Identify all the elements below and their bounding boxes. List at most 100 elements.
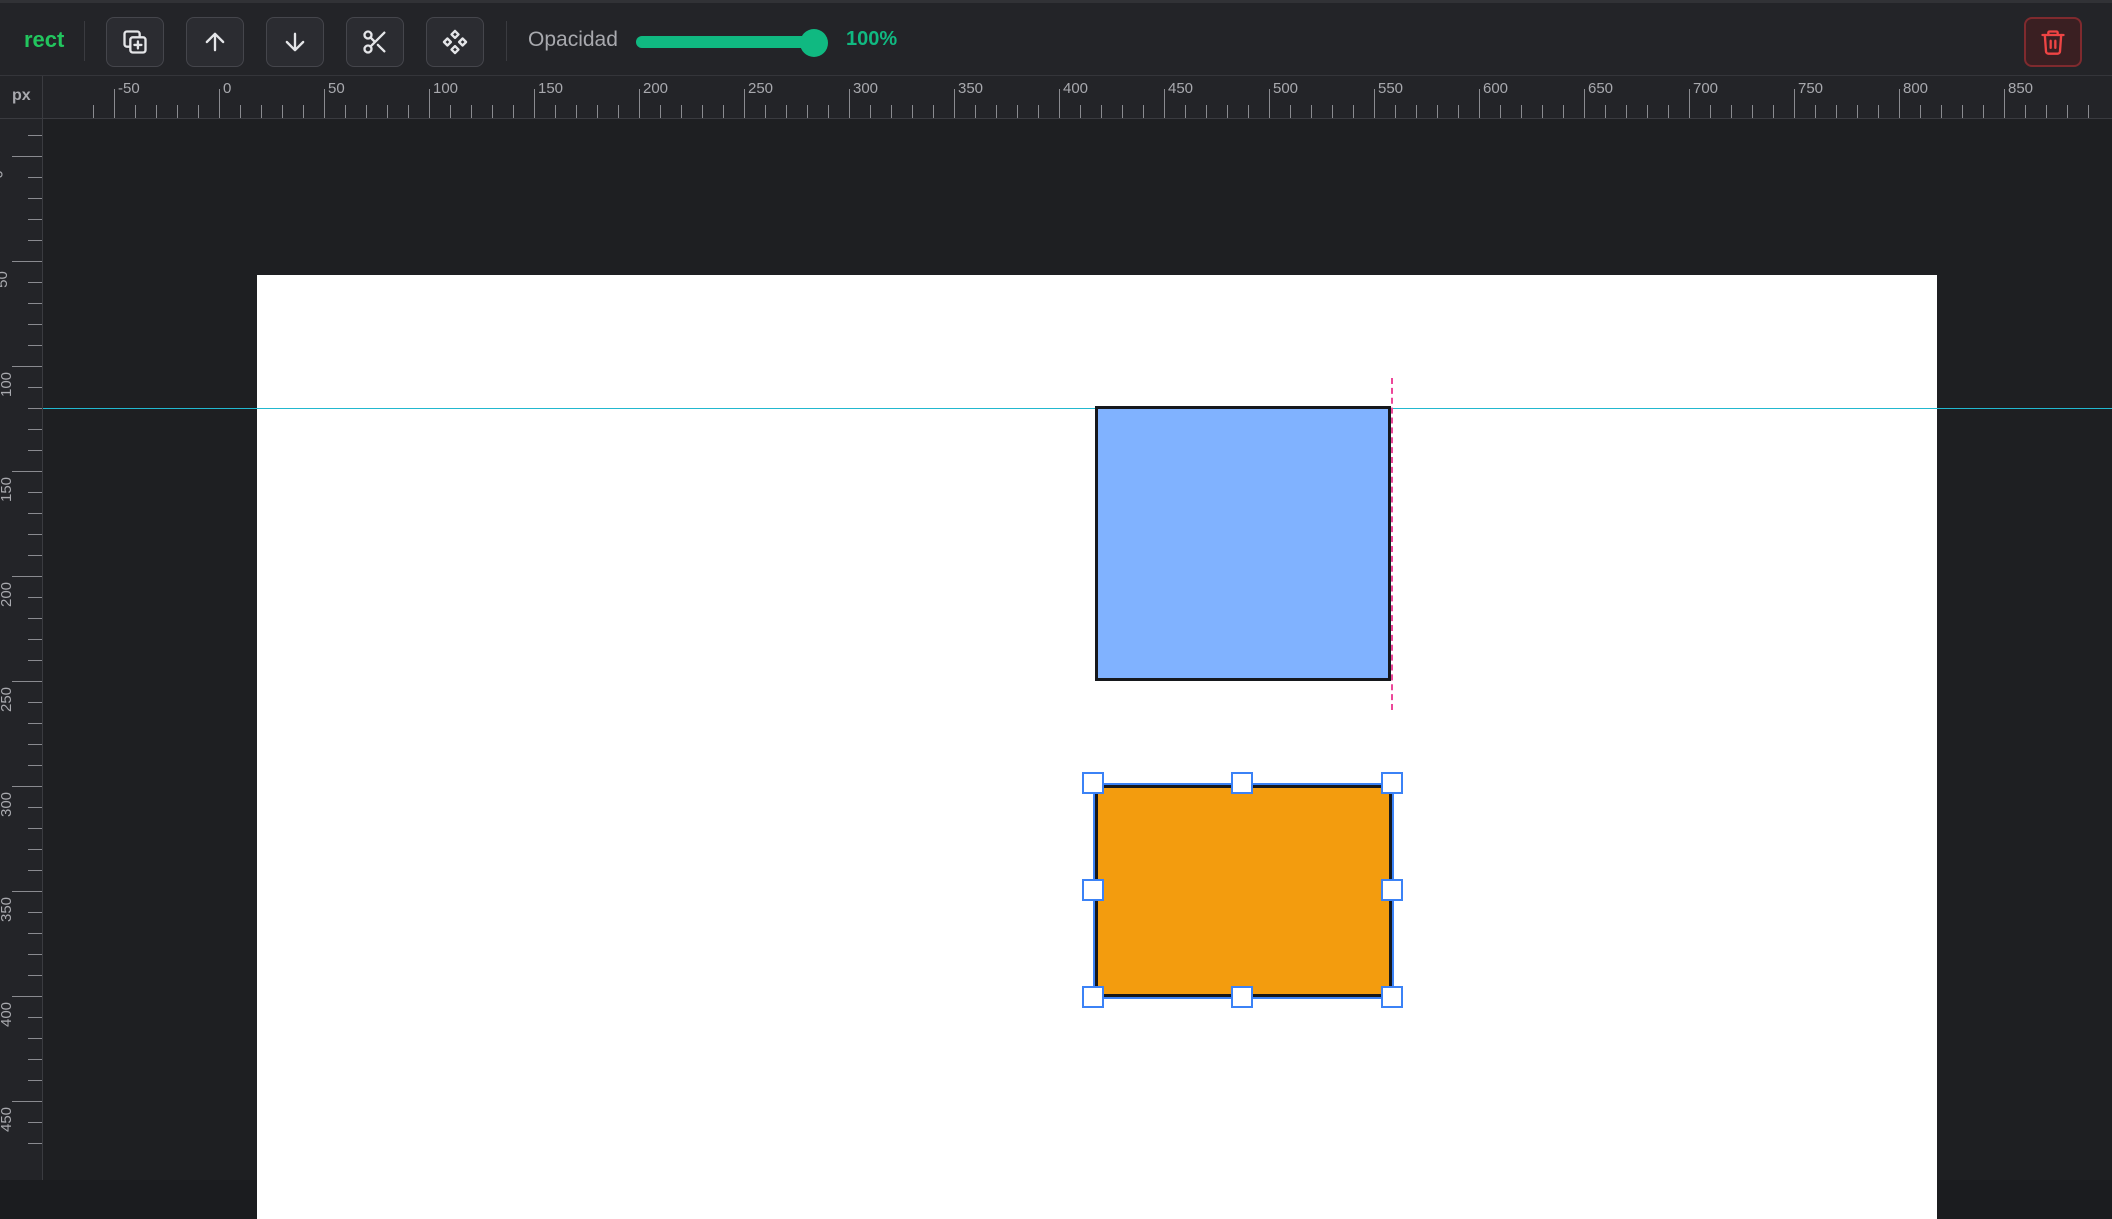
ruler-tick (1038, 105, 1039, 118)
resize-handle-bottom-right[interactable] (1381, 986, 1403, 1008)
send-backward-button[interactable] (266, 17, 324, 67)
ruler-tick (954, 89, 955, 118)
ruler-tick (156, 105, 157, 118)
ruler-tick (28, 282, 42, 283)
duplicate-button[interactable] (106, 17, 164, 67)
ruler-label: 0 (223, 80, 232, 97)
ruler-tick (1794, 89, 1795, 118)
ruler-tick (1332, 105, 1333, 118)
ruler-tick (28, 849, 42, 850)
toolbar-divider (84, 21, 85, 61)
bring-forward-button[interactable] (186, 17, 244, 67)
ruler-label: -50 (118, 80, 140, 97)
ruler-tick (1941, 105, 1942, 118)
ruler-tick (28, 492, 42, 493)
ruler-corner: px (0, 76, 43, 119)
resize-handle-right[interactable] (1381, 879, 1403, 901)
resize-handle-bottom-left[interactable] (1082, 986, 1104, 1008)
ruler-tick (1668, 105, 1669, 118)
ruler-tick (534, 89, 535, 118)
ruler-label: 400 (1063, 80, 1089, 97)
ruler-tick (28, 555, 42, 556)
ruler-label: 600 (1483, 80, 1509, 97)
ruler-tick (1521, 105, 1522, 118)
ruler-tick (28, 198, 42, 199)
delete-button[interactable] (2024, 17, 2082, 67)
ruler-label: 700 (1693, 80, 1719, 97)
ruler-tick (1500, 105, 1501, 118)
ruler-tick (492, 105, 493, 118)
component-button[interactable] (426, 17, 484, 67)
ruler-label: 150 (0, 476, 16, 503)
ruler-tick (28, 807, 42, 808)
ruler-tick (1584, 89, 1585, 118)
ruler-tick (1269, 89, 1270, 118)
resize-handle-bottom[interactable] (1231, 986, 1253, 1008)
ruler-tick (1017, 105, 1018, 118)
ruler-tick (28, 240, 42, 241)
ruler-tick (975, 105, 976, 118)
ruler-tick (1689, 89, 1690, 118)
resize-handle-left[interactable] (1082, 879, 1104, 901)
ruler-tick (1962, 105, 1963, 118)
ruler-tick (28, 1059, 42, 1060)
opacity-slider-fill (636, 36, 814, 48)
ruler-tick (555, 105, 556, 118)
vertical-ruler[interactable]: 0 50 100 150 200 250 300 350 400 450 (0, 119, 43, 1180)
ruler-tick (1059, 89, 1060, 118)
ruler-tick (639, 89, 640, 118)
ruler-tick (1122, 105, 1123, 118)
ruler-tick (1458, 105, 1459, 118)
opacity-slider-thumb[interactable] (800, 29, 828, 57)
ruler-label: 350 (958, 80, 984, 97)
ruler-tick (135, 105, 136, 118)
snap-guide-vertical (1391, 378, 1393, 710)
ruler-tick (28, 639, 42, 640)
ruler-tick (471, 105, 472, 118)
resize-handle-top-left[interactable] (1082, 772, 1104, 794)
ruler-tick (28, 1038, 42, 1039)
ruler-tick (12, 1101, 42, 1102)
ruler-label: 0 (0, 170, 7, 178)
opacity-slider[interactable] (636, 29, 828, 57)
ruler-tick (28, 177, 42, 178)
canvas-workspace[interactable] (43, 119, 2112, 1219)
ruler-tick (870, 105, 871, 118)
ruler-tick (28, 135, 42, 136)
horizontal-guide[interactable] (43, 408, 2112, 409)
ruler-tick (28, 345, 42, 346)
ruler-tick (1836, 105, 1837, 118)
ruler-tick (1563, 105, 1564, 118)
horizontal-ruler[interactable]: -50 0 50 100 150 200 250 300 350 400 450 500 550 600 6… (43, 76, 2112, 119)
ruler-tick (12, 786, 42, 787)
ruler-tick (28, 408, 42, 409)
ruler-tick (1290, 105, 1291, 118)
ruler-tick (261, 105, 262, 118)
ruler-tick (28, 219, 42, 220)
ruler-tick (12, 471, 42, 472)
ruler-tick (723, 105, 724, 118)
ruler-tick (1164, 89, 1165, 118)
ruler-tick (1227, 105, 1228, 118)
cut-button[interactable] (346, 17, 404, 67)
ruler-tick (345, 105, 346, 118)
ruler-tick (1395, 105, 1396, 118)
ruler-tick (744, 89, 745, 118)
resize-handle-top[interactable] (1231, 772, 1253, 794)
ruler-label: 150 (538, 80, 564, 97)
ruler-tick (786, 105, 787, 118)
ruler-tick (28, 744, 42, 745)
ruler-tick (2067, 105, 2068, 118)
duplicate-icon (123, 30, 147, 54)
ruler-tick (1248, 105, 1249, 118)
blue-rectangle[interactable] (1095, 406, 1391, 681)
ruler-tick (1626, 105, 1627, 118)
ruler-label: 450 (1168, 80, 1194, 97)
ruler-tick (28, 912, 42, 913)
ruler-tick (1605, 105, 1606, 118)
ruler-label: 750 (1798, 80, 1824, 97)
resize-handle-top-right[interactable] (1381, 772, 1403, 794)
ruler-label: 450 (0, 1106, 16, 1133)
ruler-tick (2025, 105, 2026, 118)
scissors-icon (363, 30, 386, 54)
